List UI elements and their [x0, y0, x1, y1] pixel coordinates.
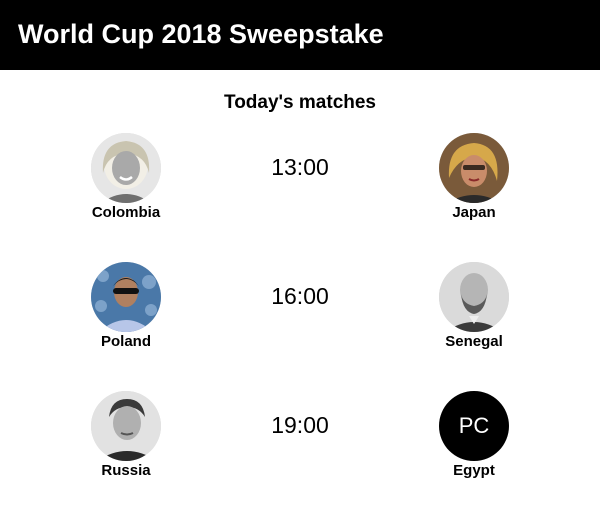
away-team[interactable]: Senegal	[404, 262, 544, 362]
home-team[interactable]: Colombia	[56, 133, 196, 233]
team-name: Senegal	[445, 333, 503, 350]
away-team[interactable]: Japan	[404, 133, 544, 233]
match-row: Poland 16:00 Senegal	[0, 262, 600, 362]
match-time: 13:00	[271, 154, 329, 180]
team-name: Egypt	[453, 462, 495, 479]
home-team[interactable]: Russia	[56, 391, 196, 491]
match-row: Colombia 13:00 Japan	[0, 133, 600, 233]
match-time: 16:00	[271, 283, 329, 309]
match-row: Russia 19:00 PC Egypt	[0, 391, 600, 491]
team-name: Japan	[452, 204, 496, 221]
team-name: Colombia	[91, 204, 161, 221]
app-header: World Cup 2018 Sweepstake	[0, 0, 600, 70]
avatar	[91, 262, 161, 332]
avatar	[439, 262, 509, 332]
home-team[interactable]: Poland	[56, 262, 196, 362]
avatar-initials: PC	[439, 391, 509, 461]
app-title: World Cup 2018 Sweepstake	[18, 19, 384, 49]
section-title: Today's matches	[224, 92, 376, 113]
team-name: Poland	[100, 333, 151, 350]
away-team[interactable]: PC Egypt	[404, 391, 544, 491]
match-time: 19:00	[271, 412, 329, 438]
avatar	[439, 133, 509, 203]
avatar	[91, 133, 161, 203]
avatar	[91, 391, 161, 461]
team-name: Russia	[101, 462, 151, 479]
